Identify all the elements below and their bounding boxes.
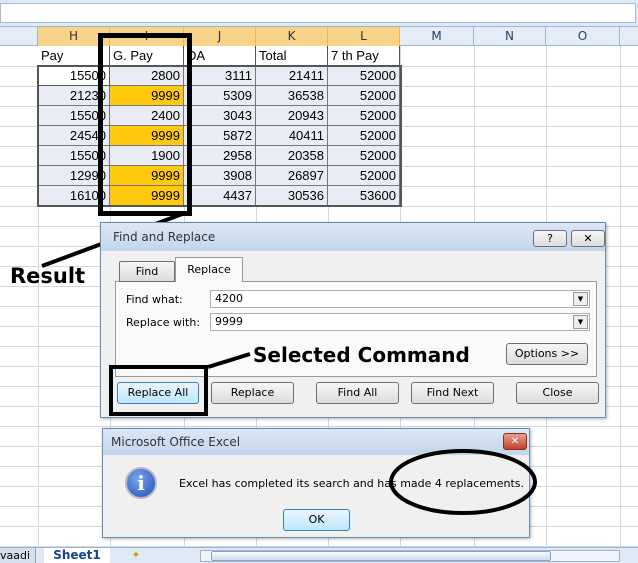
insert-sheet-icon[interactable]: ✦: [118, 548, 154, 563]
horizontal-scrollbar[interactable]: [200, 550, 620, 562]
sheet-tab-bar: vaadi Sheet1 ✦: [0, 547, 638, 563]
scrollbar-thumb[interactable]: [211, 551, 551, 561]
sheet-tab-vaadi[interactable]: vaadi: [0, 548, 36, 563]
sheet-tab-sheet1[interactable]: Sheet1: [44, 548, 110, 563]
replacements-ellipse: [389, 449, 537, 515]
